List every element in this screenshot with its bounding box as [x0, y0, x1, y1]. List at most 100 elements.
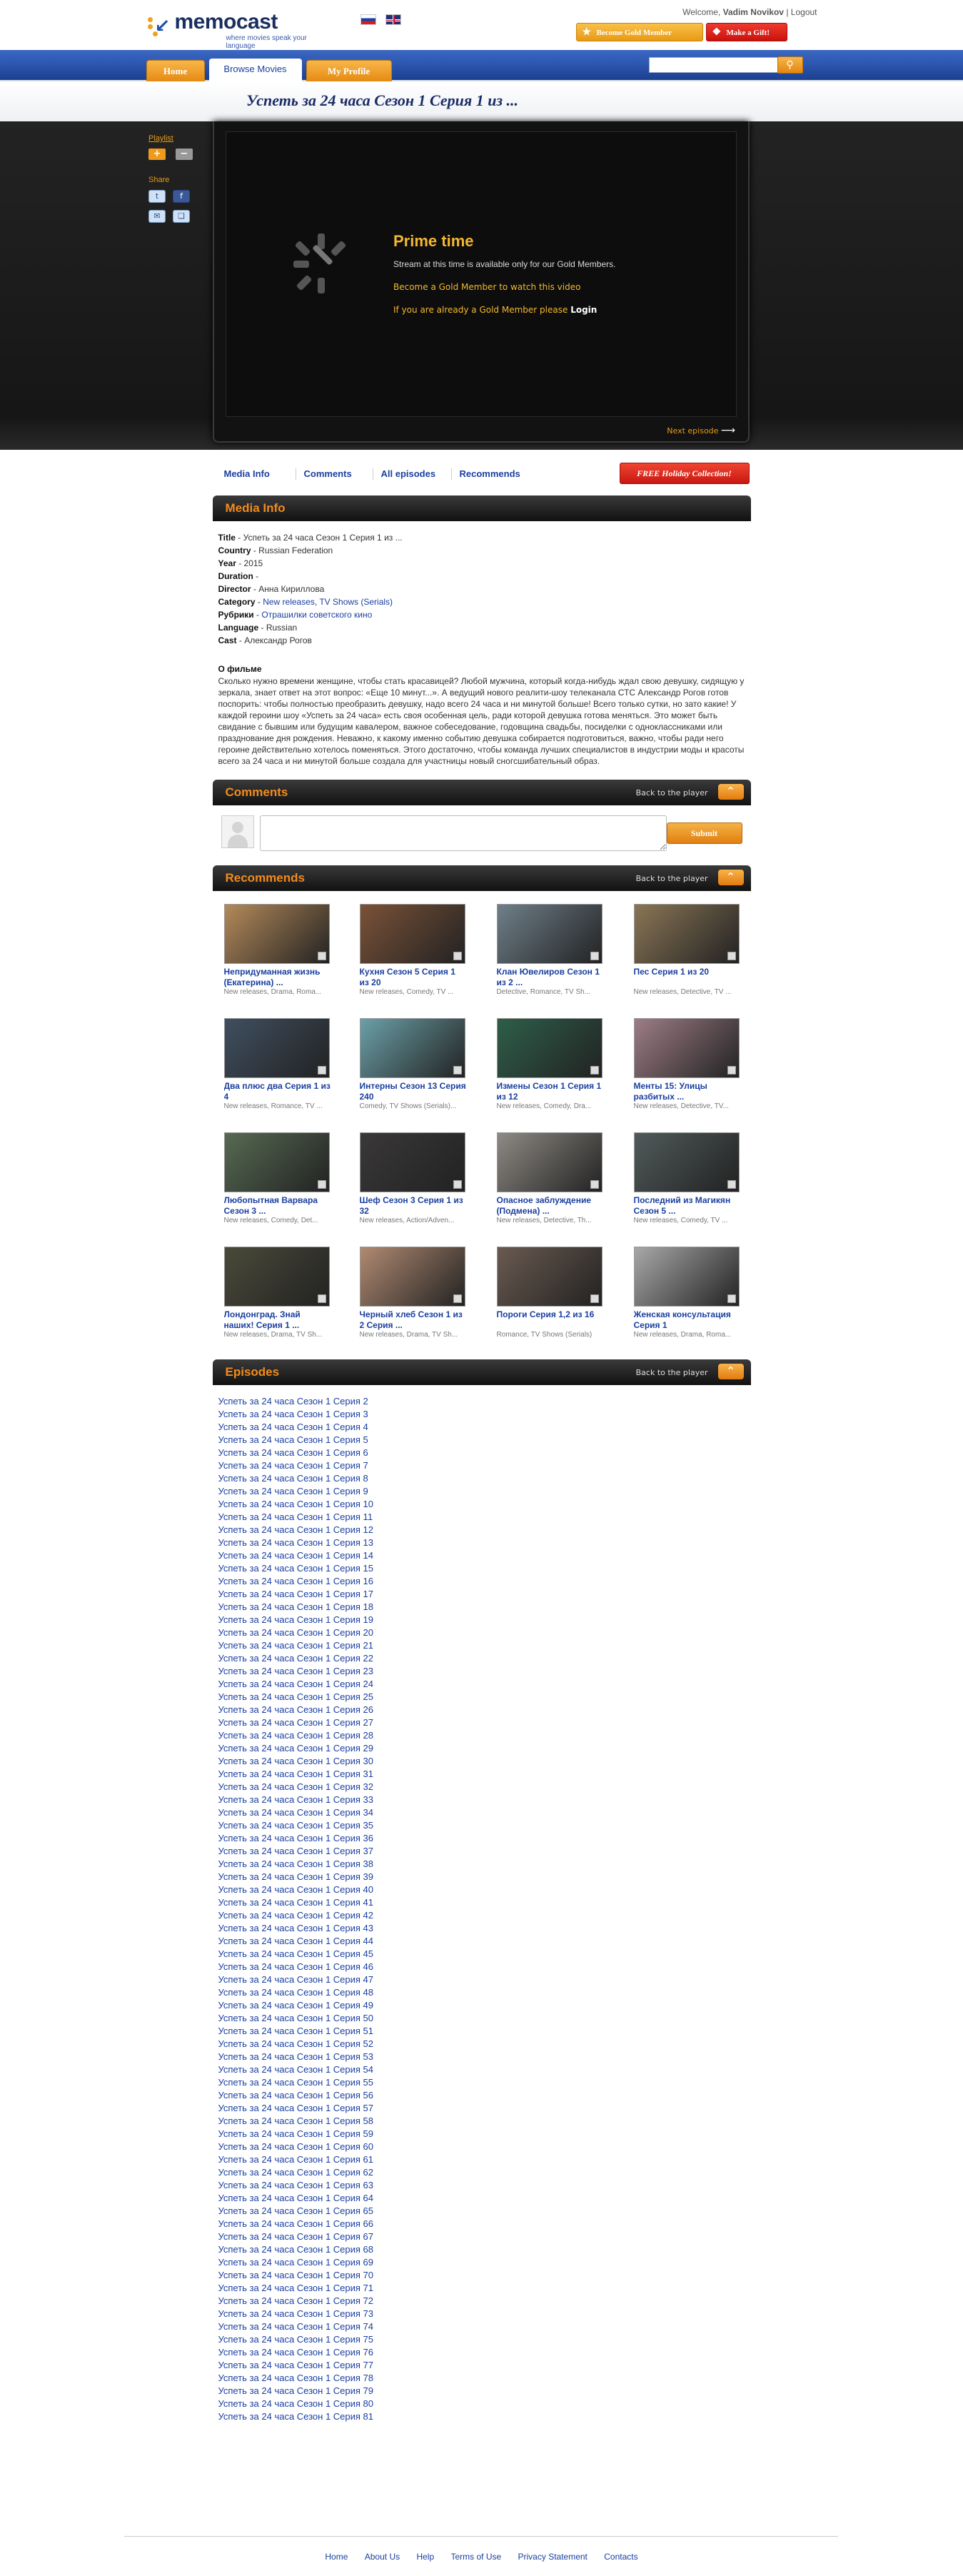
episode-link[interactable]: Успеть за 24 часа Сезон 1 Серия 50 [218, 2012, 745, 2025]
episode-link[interactable]: Успеть за 24 часа Сезон 1 Серия 24 [218, 1678, 745, 1691]
episode-link[interactable]: Успеть за 24 часа Сезон 1 Серия 46 [218, 1961, 745, 1973]
make-a-gift-button[interactable]: ❖ Make a Gift! [705, 23, 787, 41]
episode-link[interactable]: Успеть за 24 часа Сезон 1 Серия 20 [218, 1626, 745, 1639]
episode-link[interactable]: Успеть за 24 часа Сезон 1 Серия 41 [218, 1896, 745, 1909]
episode-link[interactable]: Успеть за 24 часа Сезон 1 Серия 79 [218, 2385, 745, 2398]
playlist-add-icon[interactable] [453, 1180, 462, 1189]
episode-link[interactable]: Успеть за 24 часа Сезон 1 Серия 36 [218, 1832, 745, 1845]
episode-link[interactable]: Успеть за 24 часа Сезон 1 Серия 37 [218, 1845, 745, 1858]
video-player[interactable]: Prime time Stream at this time is availa… [213, 121, 750, 443]
episode-link[interactable]: Успеть за 24 часа Сезон 1 Серия 15 [218, 1562, 745, 1575]
recommend-card[interactable]: Женская консультация Серия 1 New releases… [633, 1247, 741, 1339]
recommend-card[interactable]: Любопытная Варвара Сезон 3 ... New releas… [223, 1132, 331, 1224]
back-to-player-link[interactable]: Back to the player [636, 788, 708, 798]
chevron-up-icon[interactable]: ⌃ [717, 870, 744, 885]
recommend-title[interactable]: Пороги Серия 1,2 из 16 [497, 1309, 604, 1331]
episode-link[interactable]: Успеть за 24 часа Сезон 1 Серия 27 [218, 1716, 745, 1729]
recommend-title[interactable]: Кухня Сезон 5 Серия 1 из 20 [360, 967, 467, 988]
episode-link[interactable]: Успеть за 24 часа Сезон 1 Серия 67 [218, 2230, 745, 2243]
playlist-add-icon[interactable] [317, 952, 326, 960]
tab-all-episodes[interactable]: All episodes [381, 468, 436, 479]
playlist-add-icon[interactable] [453, 952, 462, 960]
episode-link[interactable]: Успеть за 24 часа Сезон 1 Серия 35 [218, 1819, 745, 1832]
recommend-card[interactable]: Черный хлеб Сезон 1 из 2 Серия ... New re… [359, 1247, 467, 1339]
episode-link[interactable]: Успеть за 24 часа Сезон 1 Серия 43 [218, 1922, 745, 1935]
episode-link[interactable]: Успеть за 24 часа Сезон 1 Серия 8 [218, 1472, 745, 1485]
episode-link[interactable]: Успеть за 24 часа Сезон 1 Серия 31 [218, 1768, 745, 1781]
episode-link[interactable]: Успеть за 24 часа Сезон 1 Серия 64 [218, 2192, 745, 2205]
twitter-icon[interactable]: t [148, 190, 166, 203]
footer-contacts-link[interactable]: Contacts [604, 2552, 637, 2562]
search-button[interactable]: ⚲ [777, 56, 803, 74]
footer-about-link[interactable]: About Us [365, 2552, 400, 2562]
episode-link[interactable]: Успеть за 24 часа Сезон 1 Серия 44 [218, 1935, 745, 1948]
rubric-link[interactable]: Отрашилки советского кино [261, 610, 372, 620]
recommend-card[interactable]: Пороги Серия 1,2 из 16 Romance, TV Shows … [496, 1247, 604, 1339]
episode-link[interactable]: Успеть за 24 часа Сезон 1 Серия 53 [218, 2051, 745, 2063]
episode-link[interactable]: Успеть за 24 часа Сезон 1 Серия 7 [218, 1459, 745, 1472]
become-gold-member-button[interactable]: ★ Become Gold Member [575, 23, 703, 41]
episode-link[interactable]: Успеть за 24 часа Сезон 1 Серия 71 [218, 2282, 745, 2295]
recommend-title[interactable]: Два плюс два Серия 1 из 4 [224, 1081, 331, 1102]
episode-link[interactable]: Успеть за 24 часа Сезон 1 Серия 48 [218, 1986, 745, 1999]
recommend-thumbnail[interactable] [223, 1132, 330, 1192]
site-logo[interactable]: ↙ memocast where movies speak your langu… [146, 10, 332, 50]
episode-link[interactable]: Успеть за 24 часа Сезон 1 Серия 30 [218, 1755, 745, 1768]
free-holiday-collection-button[interactable]: FREE Holiday Collection! [619, 463, 750, 484]
episode-link[interactable]: Успеть за 24 часа Сезон 1 Серия 14 [218, 1549, 745, 1562]
english-flag-icon[interactable] [385, 14, 402, 25]
login-link[interactable]: Login [570, 305, 597, 315]
episode-link[interactable]: Успеть за 24 часа Сезон 1 Серия 65 [218, 2205, 745, 2218]
footer-privacy-link[interactable]: Privacy Statement [518, 2552, 588, 2562]
episode-link[interactable]: Успеть за 24 часа Сезон 1 Серия 63 [218, 2179, 745, 2192]
playlist-link[interactable]: Playlist [148, 134, 213, 143]
recommend-thumbnail[interactable] [496, 1018, 602, 1078]
episode-link[interactable]: Успеть за 24 часа Сезон 1 Серия 13 [218, 1536, 745, 1549]
recommend-title[interactable]: Измены Сезон 1 Серия 1 из 12 [497, 1081, 604, 1102]
episode-link[interactable]: Успеть за 24 часа Сезон 1 Серия 10 [218, 1498, 745, 1511]
facebook-icon[interactable]: f [173, 190, 190, 203]
tab-comments[interactable]: Comments [304, 468, 352, 479]
episode-link[interactable]: Успеть за 24 часа Сезон 1 Серия 77 [218, 2359, 745, 2372]
recommend-card[interactable]: Клан Ювелиров Сезон 1 из 2 ... Detective,… [496, 904, 604, 996]
recommend-title[interactable]: Интерны Сезон 13 Серия 240 [360, 1081, 467, 1102]
playlist-add-icon[interactable] [590, 1180, 599, 1189]
episode-link[interactable]: Успеть за 24 часа Сезон 1 Серия 73 [218, 2308, 745, 2320]
tab-my-profile[interactable]: My Profile [306, 60, 392, 81]
recommend-card[interactable]: Последний из Магикян Сезон 5 ... New rele… [633, 1132, 741, 1224]
recommend-card[interactable]: Менты 15: Улицы разбитых ... New releases… [633, 1018, 741, 1110]
episode-link[interactable]: Успеть за 24 часа Сезон 1 Серия 25 [218, 1691, 745, 1704]
episode-link[interactable]: Успеть за 24 часа Сезон 1 Серия 19 [218, 1614, 745, 1626]
video-screen[interactable]: Prime time Stream at this time is availa… [226, 131, 737, 417]
playlist-add-icon[interactable] [590, 952, 599, 960]
next-episode-link[interactable]: Next episode ⟶ [667, 425, 735, 436]
chevron-up-icon[interactable]: ⌃ [717, 784, 744, 800]
episode-link[interactable]: Успеть за 24 часа Сезон 1 Серия 70 [218, 2269, 745, 2282]
episode-link[interactable]: Успеть за 24 часа Сезон 1 Серия 49 [218, 1999, 745, 2012]
episode-link[interactable]: Успеть за 24 часа Сезон 1 Серия 5 [218, 1434, 745, 1447]
episode-link[interactable]: Успеть за 24 часа Сезон 1 Серия 60 [218, 2140, 745, 2153]
recommend-card[interactable]: Шеф Сезон 3 Серия 1 из 32 New releases, A… [359, 1132, 467, 1224]
episode-link[interactable]: Успеть за 24 часа Сезон 1 Серия 57 [218, 2102, 745, 2115]
recommend-title[interactable]: Лондонград. Знай наших! Серия 1 ... [224, 1309, 331, 1331]
tab-home[interactable]: Home [146, 60, 205, 81]
recommend-thumbnail[interactable] [633, 1018, 740, 1078]
episode-link[interactable]: Успеть за 24 часа Сезон 1 Серия 68 [218, 2243, 745, 2256]
recommend-title[interactable]: Любопытная Варвара Сезон 3 ... [224, 1195, 331, 1217]
episode-link[interactable]: Успеть за 24 часа Сезон 1 Серия 66 [218, 2218, 745, 2230]
recommend-thumbnail[interactable] [496, 1132, 602, 1192]
recommend-thumbnail[interactable] [359, 1018, 465, 1078]
episode-link[interactable]: Успеть за 24 часа Сезон 1 Серия 21 [218, 1639, 745, 1652]
logout-link[interactable]: Logout [791, 7, 817, 17]
episode-link[interactable]: Успеть за 24 часа Сезон 1 Серия 58 [218, 2115, 745, 2128]
recommend-thumbnail[interactable] [633, 1247, 740, 1307]
episode-link[interactable]: Успеть за 24 часа Сезон 1 Серия 61 [218, 2153, 745, 2166]
recommend-title[interactable]: Женская консультация Серия 1 [634, 1309, 741, 1331]
episode-link[interactable]: Успеть за 24 часа Сезон 1 Серия 17 [218, 1588, 745, 1601]
episode-link[interactable]: Успеть за 24 часа Сезон 1 Серия 75 [218, 2333, 745, 2346]
recommend-card[interactable]: Непридуманная жизнь (Екатерина) ... New r… [223, 904, 331, 996]
episode-link[interactable]: Успеть за 24 часа Сезон 1 Серия 54 [218, 2063, 745, 2076]
episode-link[interactable]: Успеть за 24 часа Сезон 1 Серия 26 [218, 1704, 745, 1716]
recommend-thumbnail[interactable] [223, 1247, 330, 1307]
playlist-add-icon[interactable] [317, 1294, 326, 1303]
